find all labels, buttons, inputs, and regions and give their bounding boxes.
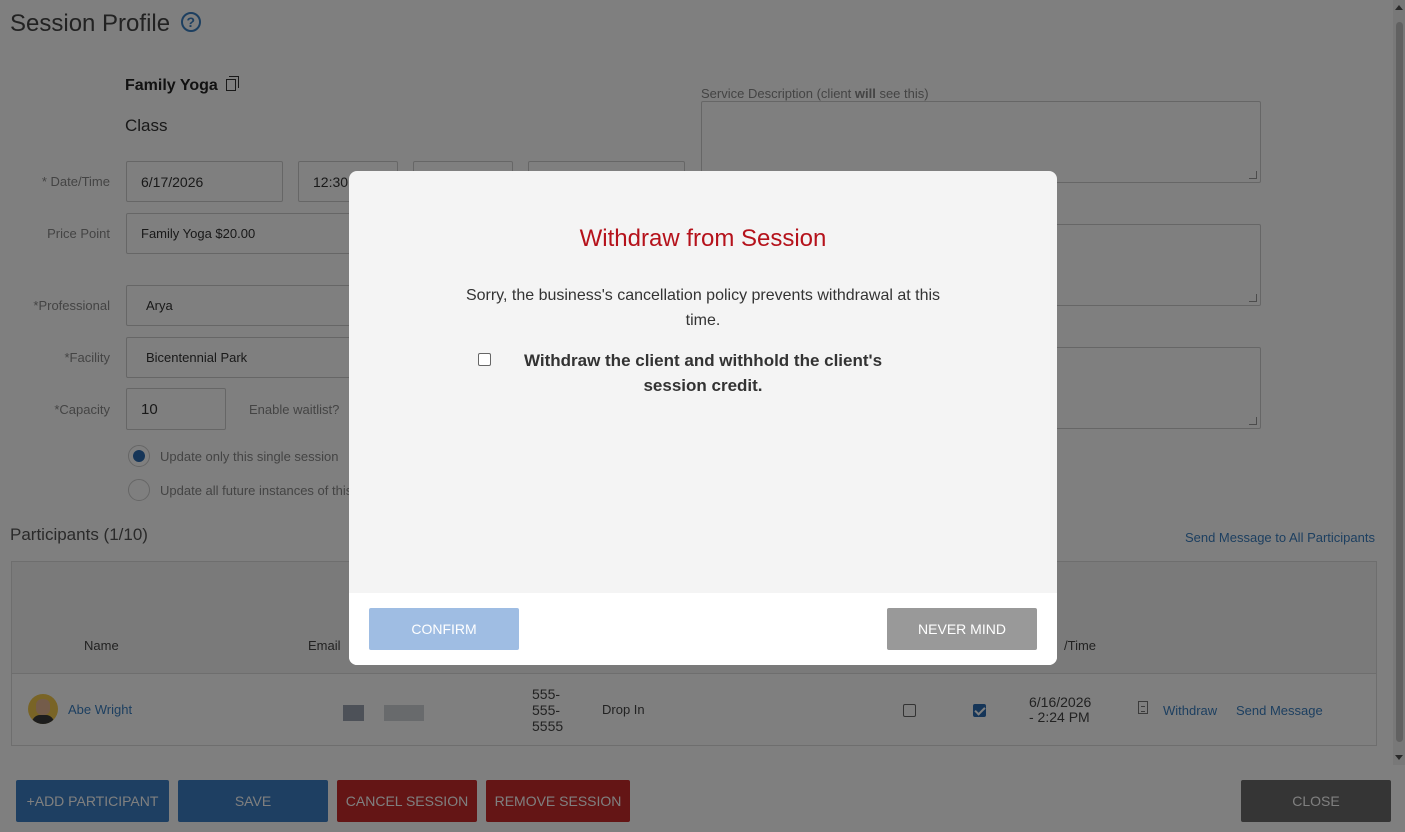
withdraw-modal: Withdraw from Session Sorry, the busines… (349, 171, 1057, 665)
withhold-credit-checkbox[interactable] (478, 353, 491, 366)
modal-footer: CONFIRM NEVER MIND (349, 593, 1057, 665)
modal-title: Withdraw from Session (579, 225, 827, 252)
modal-message: Sorry, the business's cancellation polic… (465, 287, 941, 329)
withhold-credit-label[interactable]: Withdraw the client and withhold the cli… (495, 348, 911, 398)
confirm-button[interactable]: CONFIRM (369, 608, 519, 650)
never-mind-button[interactable]: NEVER MIND (887, 608, 1037, 650)
